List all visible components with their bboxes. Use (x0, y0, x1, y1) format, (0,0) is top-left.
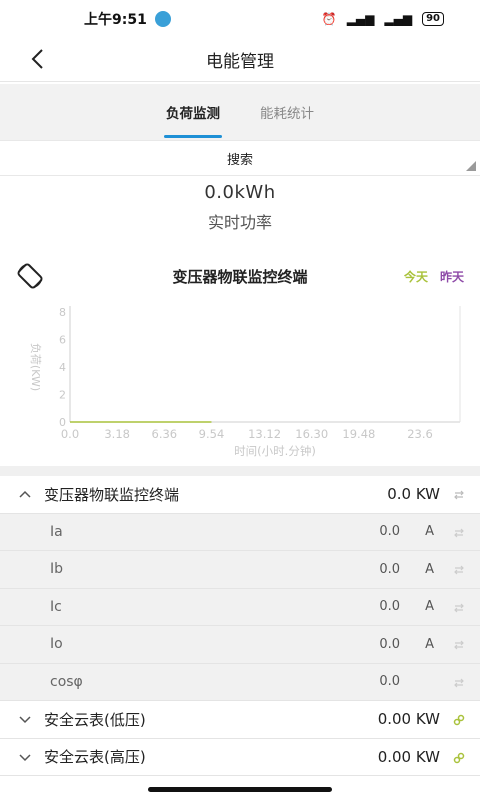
search-label: 搜索 (226, 152, 253, 168)
y-tick-label: 6 (59, 334, 66, 347)
page-title: 电能管理 (206, 52, 274, 72)
device-list: 变压器物联监控终端 0.0 KW Ia 0.0 A Ib 0.0 A Ic 0.… (0, 476, 480, 776)
x-tick-label: 23.6 (407, 427, 433, 441)
power-summary: 0.0kWh 实时功率 (0, 178, 480, 233)
x-tick-label: 3.18 (104, 427, 130, 441)
metric-unit: A (425, 636, 434, 652)
device-value: 0.00 KW (377, 747, 440, 766)
metric-label: Ia (50, 523, 63, 540)
signal-icon: ▂▄▆ (346, 12, 375, 26)
signal-icon-2: ▂▄▆ (384, 12, 413, 26)
tab-load-monitoring[interactable]: 负荷监测 (164, 94, 222, 138)
device-label: 变压器物联监控终端 (44, 485, 180, 504)
metric-value: 0.0 (379, 599, 400, 615)
device-label: 安全云表(高压) (44, 748, 146, 767)
metric-row-ia: Ia 0.0 A (0, 513, 480, 551)
refresh-icon[interactable] (452, 676, 466, 690)
tab-bar: 负荷监测 能耗统计 (0, 84, 480, 140)
metric-unit: A (425, 561, 434, 577)
x-axis-label: 时间(小时.分钟) (234, 444, 316, 458)
x-tick-label: 19.48 (342, 427, 375, 441)
metric-label: cosφ (50, 673, 83, 690)
metric-label: Ib (50, 561, 64, 578)
dropdown-corner-icon (466, 161, 476, 171)
device-row-meter-high[interactable]: 安全云表(高压) 0.00 KW (0, 738, 480, 776)
metric-value: 0.0 (379, 524, 400, 540)
chevron-left-icon (31, 49, 43, 69)
link-icon[interactable] (452, 713, 466, 727)
tab-energy-statistics[interactable]: 能耗统计 (258, 94, 316, 130)
legend-today[interactable]: 今天 (404, 268, 428, 285)
device-row-transformer[interactable]: 变压器物联监控终端 0.0 KW (0, 476, 480, 514)
y-axis-label: 负荷(KW) (29, 343, 43, 391)
metric-label: Io (50, 636, 63, 653)
battery-icon: 90 (422, 12, 444, 26)
metric-value: 0.0 (379, 561, 400, 577)
refresh-icon[interactable] (452, 601, 466, 615)
device-value: 0.0 KW (387, 485, 440, 504)
legend-yesterday[interactable]: 昨天 (440, 268, 464, 285)
device-label: 安全云表(低压) (44, 710, 146, 729)
load-chart: 024680.0 3.18 6.36 9.54 13.12 16.30 19.48 23.6时… (29, 306, 461, 458)
y-tick-label: 2 (59, 389, 66, 402)
link-icon[interactable] (452, 751, 466, 765)
x-tick-label: 16.30 (295, 427, 328, 441)
metric-row-cosphi: cosφ 0.0 (0, 663, 480, 701)
x-tick-label: 9.54 (199, 427, 225, 441)
metric-unit: A (425, 599, 434, 615)
metric-value: 0.0 (379, 636, 400, 652)
chevron-down-icon (19, 754, 31, 761)
home-indicator[interactable] (148, 787, 332, 792)
y-tick-label: 8 (59, 306, 66, 319)
refresh-icon[interactable] (452, 488, 466, 502)
x-tick-label: 13.12 (248, 427, 281, 441)
chevron-down-icon (19, 716, 31, 724)
chart-header: 变压器物联监控终端 今天 昨天 (0, 258, 480, 294)
metric-value: 0.0 (379, 674, 400, 690)
status-time: 上午9:51 (84, 12, 147, 28)
section-divider (0, 466, 480, 476)
metric-row-io: Io 0.0 A (0, 626, 480, 664)
metric-label: Ic (50, 598, 62, 615)
chart-legend: 今天 昨天 (404, 268, 464, 285)
metric-row-ib: Ib 0.0 A (0, 551, 480, 589)
refresh-icon[interactable] (452, 638, 466, 652)
status-bar: 上午9:51 ⏰ ▂▄▆ ▂▄▆ 90 (0, 0, 480, 38)
chevron-up-icon (19, 491, 31, 498)
device-value: 0.00 KW (377, 710, 440, 729)
metric-unit: A (425, 524, 434, 540)
y-tick-label: 4 (59, 361, 66, 374)
power-label: 实时功率 (207, 213, 272, 232)
nav-bar: 电能管理 (0, 38, 480, 82)
x-tick-label: 6.36 (152, 427, 178, 441)
back-button[interactable] (22, 42, 52, 76)
app-notification-icon (154, 11, 171, 27)
x-tick-label: 0.0 (61, 427, 79, 441)
alarm-icon: ⏰ (321, 12, 337, 26)
power-value: 0.0kWh (204, 182, 276, 203)
device-row-meter-low[interactable]: 安全云表(低压) 0.00 KW (0, 701, 480, 739)
refresh-icon[interactable] (452, 563, 466, 577)
refresh-icon[interactable] (452, 526, 466, 540)
search-button[interactable]: 搜索 (0, 140, 480, 176)
metric-row-ic: Ic 0.0 A (0, 588, 480, 626)
